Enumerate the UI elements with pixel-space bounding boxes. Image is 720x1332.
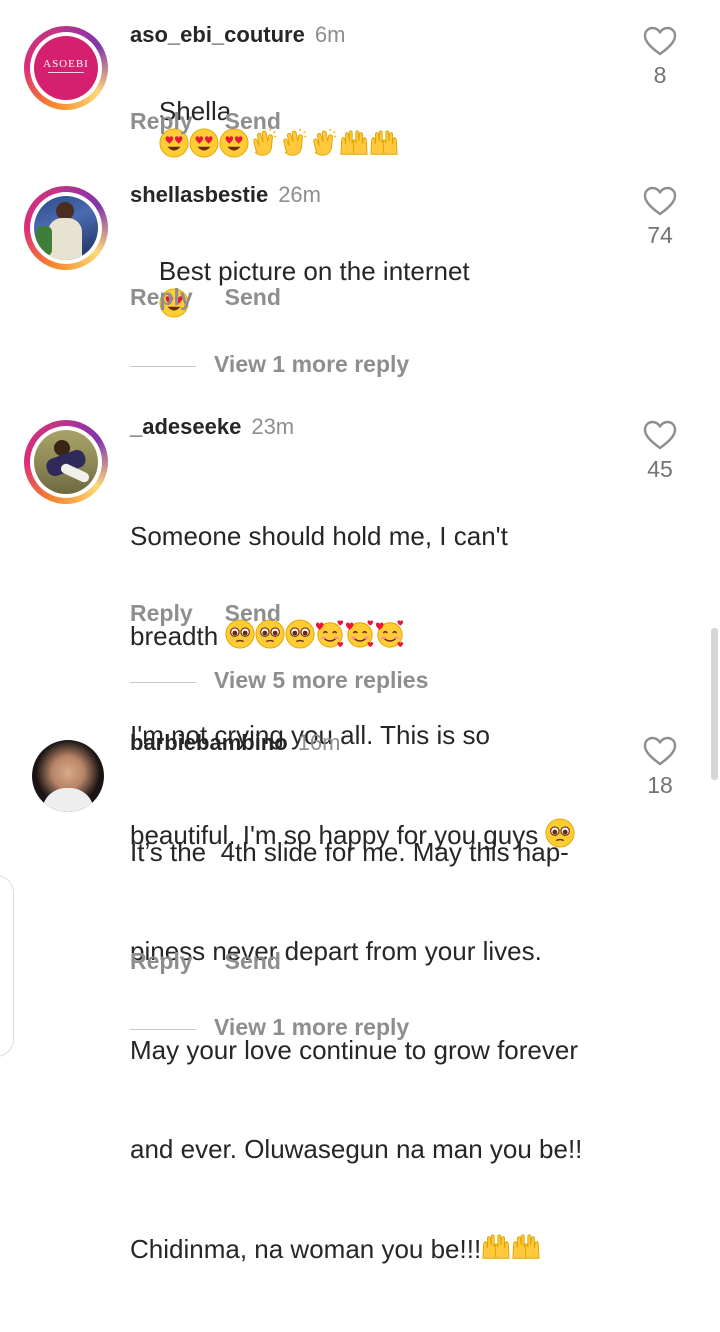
raised-hands-emoji xyxy=(369,128,399,158)
reply-button[interactable]: Reply xyxy=(130,284,193,310)
comment-actions: Reply Send xyxy=(130,948,313,975)
timestamp: 16m xyxy=(297,730,341,755)
smiling-face-hearts-emoji xyxy=(375,619,405,649)
comment-actions: Reply Send xyxy=(130,284,313,311)
like-count: 45 xyxy=(647,456,673,482)
avatar-story-ring[interactable]: ASOEBI xyxy=(24,26,108,110)
raised-hands-emoji xyxy=(511,1232,541,1262)
username[interactable]: shellasbestie xyxy=(130,182,268,207)
divider-line xyxy=(130,366,196,367)
reply-button[interactable]: Reply xyxy=(130,600,193,626)
like-control: 18 xyxy=(640,736,680,799)
avatar xyxy=(34,430,98,494)
comment-meta: shellasbestie 26m xyxy=(130,182,321,208)
smiling-face-hearts-emoji xyxy=(345,619,375,649)
send-button[interactable]: Send xyxy=(225,600,281,626)
asoebi-logo: ASOEBI xyxy=(43,58,89,70)
divider-line xyxy=(130,682,196,683)
avatar: ASOEBI xyxy=(34,36,98,100)
view-replies-label: View 1 more reply xyxy=(214,351,410,377)
timestamp: 6m xyxy=(314,22,346,47)
send-button[interactable]: Send xyxy=(225,284,281,310)
username[interactable]: _adeseeke xyxy=(130,414,241,439)
avatar-story-ring[interactable] xyxy=(24,420,108,504)
view-replies-label: View 1 more reply xyxy=(214,1014,410,1040)
raised-hands-emoji xyxy=(481,1232,511,1262)
raised-hands-emoji xyxy=(339,128,369,158)
divider-line xyxy=(130,1029,196,1030)
like-control: 45 xyxy=(640,420,680,483)
comment-meta: barbiebambino 16m xyxy=(130,730,340,756)
clap-emoji xyxy=(309,128,339,158)
send-button[interactable]: Send xyxy=(225,108,281,134)
username[interactable]: barbiebambino xyxy=(130,730,288,755)
smiling-face-hearts-emoji xyxy=(315,619,345,649)
view-replies-button[interactable]: View 1 more reply xyxy=(130,351,450,381)
reply-button[interactable]: Reply xyxy=(130,108,193,134)
heart-icon[interactable] xyxy=(643,736,677,766)
like-count: 74 xyxy=(647,222,673,248)
comment-actions: Reply Send xyxy=(130,108,313,135)
comment-meta: _adeseeke 23m xyxy=(130,414,294,440)
edge-panel-handle[interactable] xyxy=(0,875,14,1057)
view-replies-button[interactable]: View 1 more reply xyxy=(130,1014,450,1044)
comment-meta: aso_ebi_couture 6m xyxy=(130,22,345,48)
like-count: 18 xyxy=(647,772,673,798)
heart-icon[interactable] xyxy=(643,186,677,216)
heart-icon[interactable] xyxy=(643,26,677,56)
timestamp: 26m xyxy=(278,182,321,207)
avatar xyxy=(34,196,98,260)
like-control: 8 xyxy=(640,26,680,89)
comment-actions: Reply Send xyxy=(130,600,313,627)
avatar[interactable] xyxy=(32,740,104,812)
like-control: 74 xyxy=(640,186,680,249)
heart-icon[interactable] xyxy=(643,420,677,450)
send-button[interactable]: Send xyxy=(225,948,281,974)
reply-button[interactable]: Reply xyxy=(130,948,193,974)
avatar-story-ring[interactable] xyxy=(24,186,108,270)
scrollbar[interactable] xyxy=(711,628,718,780)
timestamp: 23m xyxy=(251,414,295,439)
username[interactable]: aso_ebi_couture xyxy=(130,22,305,47)
like-count: 8 xyxy=(653,62,667,88)
comment-text: It’s the 4th slide for me. May this hap-… xyxy=(130,837,583,1264)
view-replies-label: View 5 more replies xyxy=(214,667,429,693)
view-replies-button[interactable]: View 5 more replies xyxy=(130,667,460,697)
